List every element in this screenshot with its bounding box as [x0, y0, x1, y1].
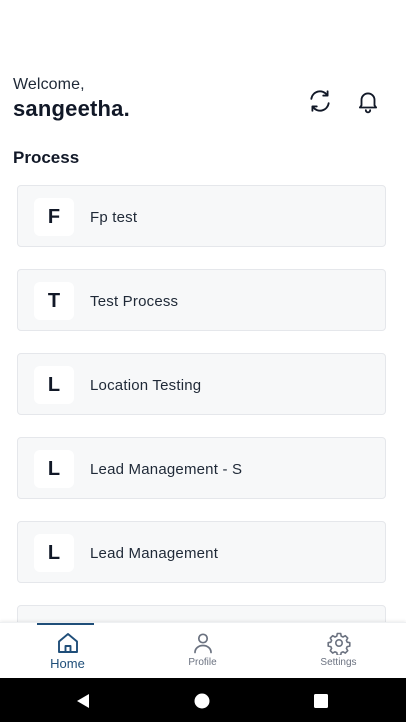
bell-icon: [358, 92, 378, 114]
nav-settings[interactable]: Settings: [271, 623, 406, 679]
process-card[interactable]: L Lead Management: [17, 521, 386, 583]
refresh-button[interactable]: [305, 86, 335, 116]
recent-apps-icon[interactable]: [312, 692, 330, 710]
welcome-text: Welcome,: [13, 76, 85, 93]
process-card-partial[interactable]: [17, 605, 386, 622]
process-name: Test Process: [90, 293, 179, 310]
process-name: Lead Management - S: [90, 461, 243, 478]
active-tab-indicator: [37, 623, 94, 625]
process-card[interactable]: T Test Process: [17, 269, 386, 331]
process-avatar: L: [34, 534, 74, 572]
nav-label-profile: Profile: [188, 657, 217, 668]
username: sangeetha.: [13, 96, 130, 121]
nav-profile[interactable]: Profile: [135, 623, 270, 679]
process-name: Location Testing: [90, 377, 202, 394]
process-list: F Fp test T Test Process L Location Test…: [17, 185, 388, 622]
refresh-icon: [310, 90, 330, 112]
notifications-button[interactable]: [353, 86, 383, 116]
process-card[interactable]: L Location Testing: [17, 353, 386, 415]
nav-label-settings: Settings: [320, 657, 357, 668]
app-screen: Welcome, sangeetha. Process F Fp test T …: [0, 0, 406, 722]
back-icon[interactable]: [74, 692, 92, 710]
process-avatar: L: [34, 366, 74, 404]
process-avatar: L: [34, 450, 74, 488]
bottom-navigation: Home Profile Settings: [0, 622, 406, 678]
header: Welcome, sangeetha.: [13, 76, 393, 126]
nav-label-home: Home: [50, 656, 85, 671]
process-avatar: T: [34, 282, 74, 320]
nav-home[interactable]: Home: [0, 623, 135, 679]
process-avatar: F: [34, 198, 74, 236]
process-name: Fp test: [90, 209, 138, 226]
process-name: Lead Management: [90, 545, 219, 562]
person-icon: [193, 633, 212, 654]
home-circle-icon[interactable]: [193, 692, 211, 710]
gear-icon: [326, 632, 351, 655]
home-icon: [57, 633, 78, 653]
system-navigation-bar: [0, 678, 406, 722]
section-title: Process: [13, 148, 80, 167]
process-card[interactable]: F Fp test: [17, 185, 386, 247]
process-card[interactable]: L Lead Management - S: [17, 437, 386, 499]
